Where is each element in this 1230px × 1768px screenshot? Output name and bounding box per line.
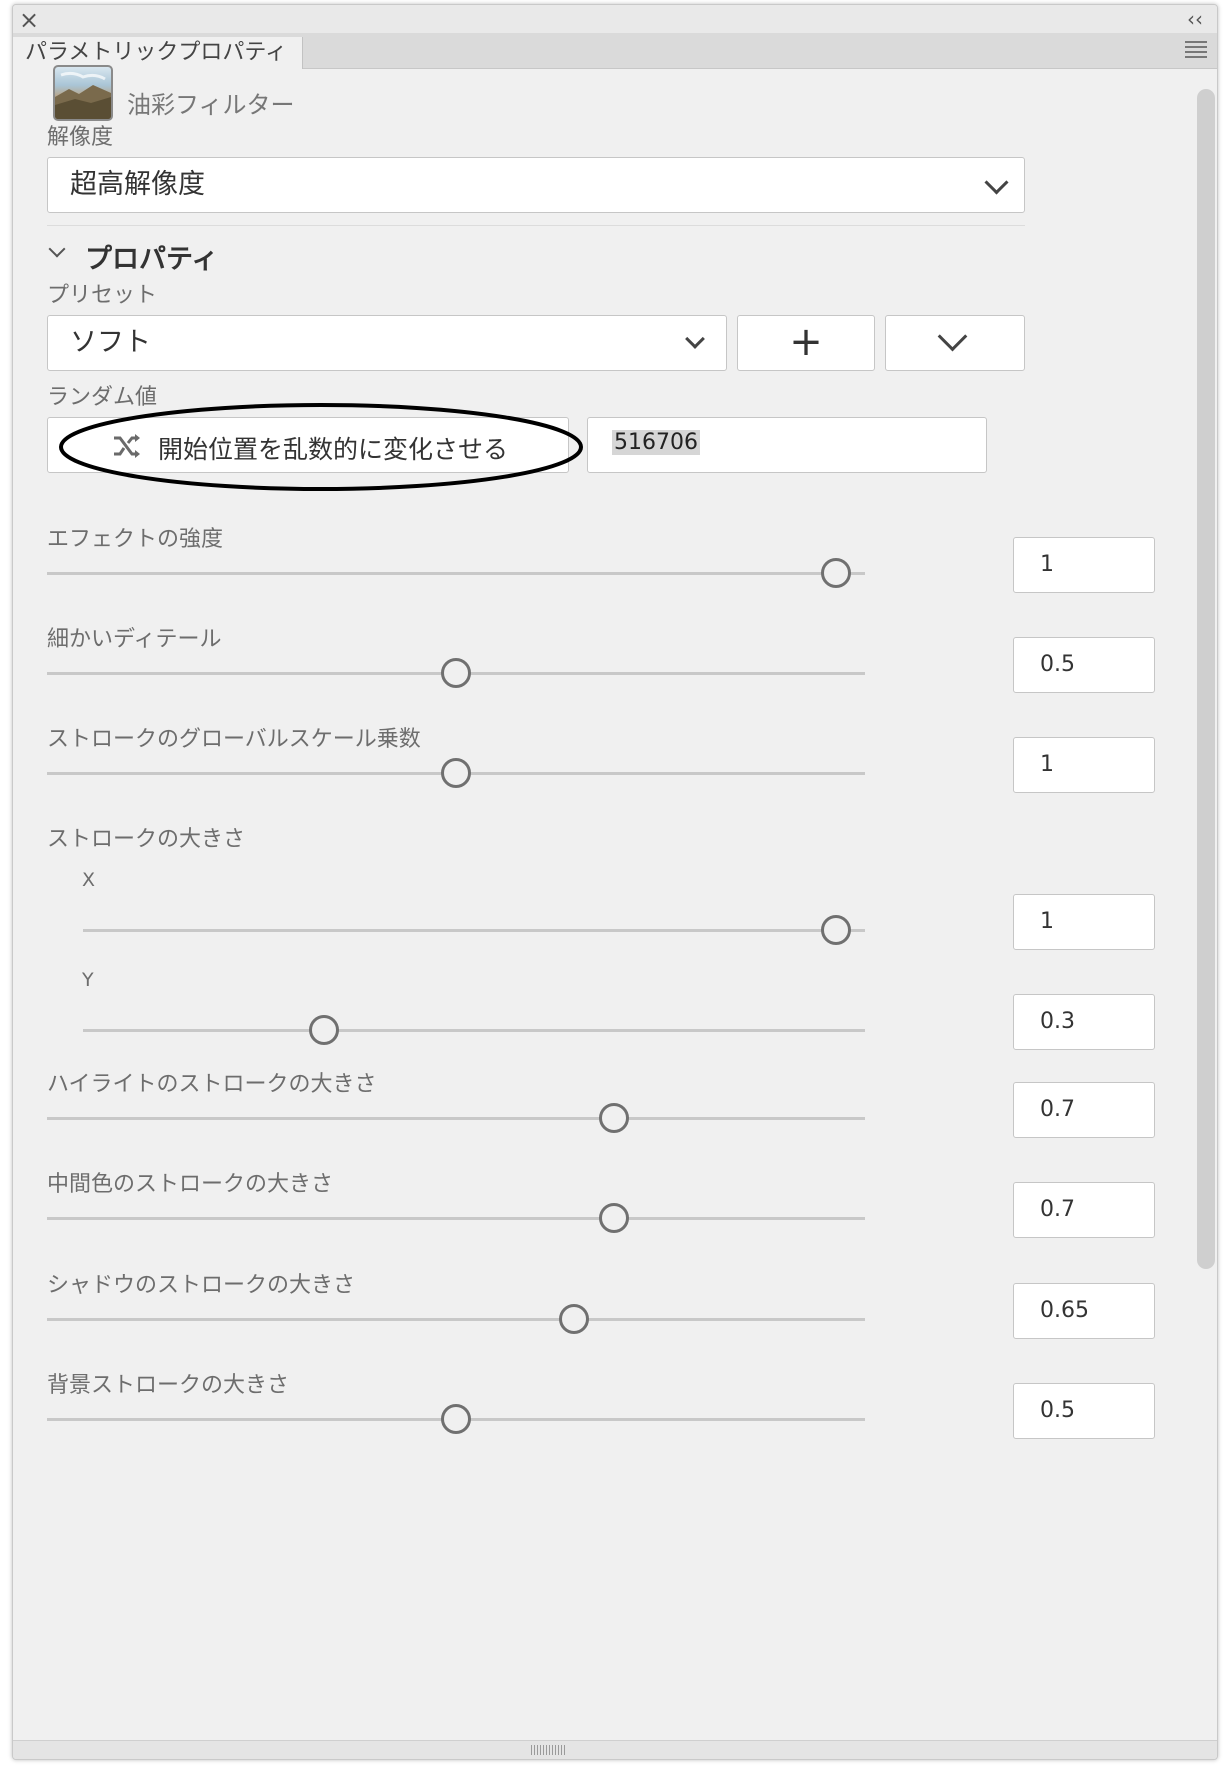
filter-name: 油彩フィルター — [127, 91, 295, 119]
panel-titlebar: × ‹‹ — [13, 5, 1217, 34]
tab-bar: パラメトリックプロパティ — [13, 33, 1217, 69]
stroke-slider-track-0[interactable] — [47, 1117, 865, 1120]
stroke-size-x-knob[interactable] — [821, 915, 851, 945]
stroke-slider-value-input-2[interactable]: 0.65 — [1013, 1283, 1155, 1339]
stroke-size-y-input[interactable]: 0.3 — [1013, 994, 1155, 1050]
slider-value-input-0[interactable]: 1 — [1013, 537, 1155, 593]
stroke-slider-label-2: シャドウのストロークの大きさ — [47, 1273, 356, 1298]
stroke-size-x-label: X — [82, 869, 96, 891]
resolution-label: 解像度 — [47, 125, 114, 150]
collapse-icon[interactable]: ‹‹ — [1187, 7, 1203, 31]
stroke-size-y-label: Y — [82, 969, 94, 991]
stroke-slider-knob-2[interactable] — [559, 1304, 590, 1334]
chevron-down-icon — [984, 170, 1009, 195]
resize-grip[interactable] — [531, 1745, 567, 1755]
stroke-slider-label-0: ハイライトのストロークの大きさ — [47, 1072, 377, 1097]
close-icon[interactable]: × — [19, 6, 39, 34]
stroke-slider-value-input-3[interactable]: 0.5 — [1013, 1383, 1155, 1439]
filter-thumbnail — [53, 65, 113, 121]
preset-select[interactable]: ソフト — [47, 315, 727, 371]
annotation-ellipse — [59, 403, 583, 491]
seed-value: 516706 — [612, 430, 700, 455]
resolution-select[interactable]: 超高解像度 — [47, 157, 1025, 213]
slider-value-input-2[interactable]: 1 — [1013, 737, 1155, 793]
preset-menu-button[interactable] — [885, 315, 1025, 371]
slider-label-2: ストロークのグローバルスケール乗数 — [47, 727, 421, 752]
divider — [47, 225, 1025, 226]
slider-knob-0[interactable] — [821, 558, 851, 588]
slider-knob-1[interactable] — [441, 658, 471, 688]
plus-icon: + — [789, 319, 823, 365]
stroke-slider-knob-1[interactable] — [598, 1203, 629, 1233]
stroke-slider-knob-3[interactable] — [441, 1404, 471, 1434]
stroke-slider-knob-0[interactable] — [598, 1103, 629, 1133]
stroke-slider-label-3: 背景ストロークの大きさ — [47, 1373, 290, 1398]
preset-value: ソフト — [70, 327, 151, 358]
preset-label: プリセット — [47, 283, 158, 308]
slider-label-0: エフェクトの強度 — [47, 527, 224, 552]
stroke-size-x-track[interactable] — [83, 929, 865, 932]
resolution-value: 超高解像度 — [70, 169, 205, 200]
stroke-slider-track-1[interactable] — [47, 1217, 865, 1220]
stroke-size-y-knob[interactable] — [308, 1015, 339, 1045]
stroke-slider-label-1: 中間色のストロークの大きさ — [47, 1172, 334, 1197]
slider-label-1: 細かいディテール — [47, 627, 222, 652]
add-preset-button[interactable]: + — [737, 315, 875, 371]
chevron-down-icon — [937, 321, 968, 352]
scrollbar[interactable] — [1197, 89, 1215, 1269]
properties-section-title: プロパティ — [85, 244, 219, 275]
stroke-slider-value-input-0[interactable]: 0.7 — [1013, 1082, 1155, 1138]
stroke-slider-value-input-1[interactable]: 0.7 — [1013, 1182, 1155, 1238]
stroke-size-x-input[interactable]: 1 — [1013, 894, 1155, 950]
stroke-size-label: ストロークの大きさ — [47, 827, 246, 852]
section-collapse-chevron-icon[interactable] — [48, 240, 66, 258]
slider-track-0[interactable] — [47, 572, 865, 575]
seed-input[interactable]: 516706 — [587, 417, 987, 473]
stroke-slider-track-2[interactable] — [47, 1318, 865, 1321]
stroke-size-y-track[interactable] — [83, 1029, 865, 1032]
panel-bottom-strip — [13, 1740, 1217, 1759]
chevron-down-icon — [685, 329, 705, 349]
panel-menu-icon[interactable] — [1185, 41, 1207, 61]
slider-knob-2[interactable] — [441, 758, 471, 788]
slider-value-input-1[interactable]: 0.5 — [1013, 637, 1155, 693]
parametric-properties-panel: × ‹‹ パラメトリックプロパティ 油彩フィルター 解像度 超高解像度 プロパテ… — [12, 4, 1218, 1760]
